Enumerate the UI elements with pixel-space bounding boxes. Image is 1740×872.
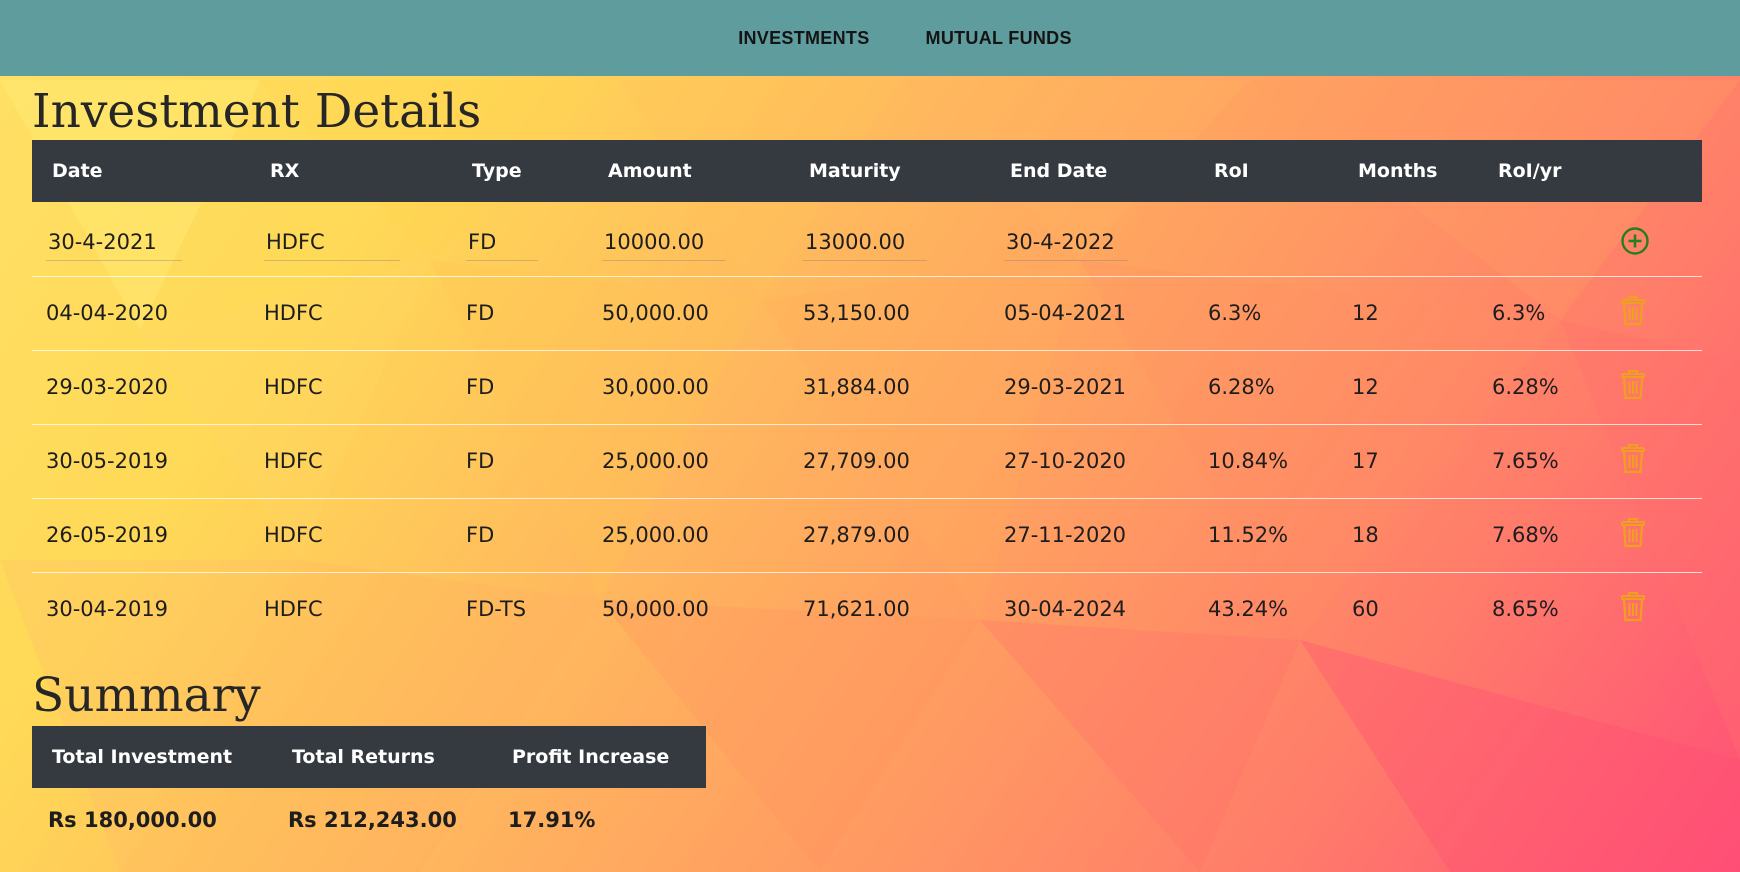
profit-increase-value: 17.91%: [508, 808, 596, 832]
cell-amount: 50,000.00: [602, 597, 709, 622]
cell-date: 26-05-2019: [32, 498, 250, 573]
cell-amount: 30,000.00: [588, 350, 789, 425]
summary-title: Summary: [32, 668, 261, 723]
col-header-amount: Amount: [588, 140, 789, 202]
cell-rx: HDFC: [250, 498, 452, 573]
cell-roi-yr: 7.65%: [1478, 424, 1604, 499]
cell-months: 12: [1338, 276, 1478, 351]
end-date-input[interactable]: [1004, 226, 1128, 262]
main-content: Investment Details Date RX Type Amount M…: [32, 76, 1704, 852]
cell-rx: HDFC: [264, 597, 323, 622]
summary-header-row: Total Investment Total Returns Profit In…: [32, 726, 706, 788]
trash-icon[interactable]: [1620, 591, 1646, 622]
cell-months: 60: [1352, 597, 1379, 622]
summary-table: Total Investment Total Returns Profit In…: [32, 726, 706, 852]
cell-type: FD-TS: [466, 597, 527, 622]
col-header-roi-yr: RoI/yr: [1478, 140, 1604, 202]
cell-months: 18: [1338, 498, 1478, 573]
maturity-input[interactable]: [803, 226, 927, 262]
cell-end-date: 30-04-2024: [1004, 597, 1127, 622]
cell-date: 30-04-2019: [46, 597, 169, 622]
col-header-total-returns: Total Returns: [272, 726, 492, 788]
cell-end-date: 27-10-2020: [990, 424, 1194, 499]
cell-rx: HDFC: [250, 350, 452, 425]
cell-maturity: 53,150.00: [789, 276, 990, 351]
cell-months: 17: [1338, 424, 1478, 499]
cell-maturity: 27,709.00: [789, 424, 990, 499]
cell-type: FD: [452, 276, 588, 351]
cell-maturity: 27,879.00: [789, 498, 990, 573]
nav-mutual-funds-link[interactable]: MUTUAL FUNDS: [926, 28, 1072, 49]
trash-icon[interactable]: [1620, 295, 1646, 326]
total-investment-value: Rs 180,000.00: [48, 808, 217, 832]
type-input[interactable]: [466, 226, 538, 262]
investment-details-title: Investment Details: [32, 84, 482, 139]
cell-roi: 6.3%: [1194, 276, 1338, 351]
cell-rx: HDFC: [250, 424, 452, 499]
summary-row: Rs 180,000.00 Rs 212,243.00 17.91%: [32, 788, 706, 852]
cell-roi: 10.84%: [1194, 424, 1338, 499]
table-row: 30-04-2019 HDFC FD-TS 50,000.00 71,621.0…: [32, 572, 1702, 646]
date-input[interactable]: [46, 226, 182, 262]
cell-amount: 25,000.00: [588, 424, 789, 499]
col-header-profit-increase: Profit Increase: [492, 726, 706, 788]
investment-table: Date RX Type Amount Maturity End Date Ro…: [32, 140, 1702, 646]
col-header-end-date: End Date: [990, 140, 1194, 202]
col-header-roi: RoI: [1194, 140, 1338, 202]
top-navbar: INVESTMENTS MUTUAL FUNDS: [0, 0, 1740, 76]
trash-icon[interactable]: [1620, 517, 1646, 548]
table-row: 04-04-2020 HDFC FD 50,000.00 53,150.00 0…: [32, 276, 1702, 351]
cell-maturity: 71,621.00: [803, 597, 910, 622]
col-header-months: Months: [1338, 140, 1478, 202]
cell-type: FD: [452, 498, 588, 573]
trash-icon[interactable]: [1620, 443, 1646, 474]
cell-months: 12: [1338, 350, 1478, 425]
new-investment-row: [32, 202, 1702, 277]
cell-maturity: 31,884.00: [789, 350, 990, 425]
cell-roi: 6.28%: [1194, 350, 1338, 425]
table-row: 30-05-2019 HDFC FD 25,000.00 27,709.00 2…: [32, 424, 1702, 499]
cell-roi: 43.24%: [1208, 597, 1289, 622]
cell-end-date: 05-04-2021: [990, 276, 1194, 351]
cell-amount: 50,000.00: [588, 276, 789, 351]
trash-icon[interactable]: [1620, 369, 1646, 400]
cell-amount: 25,000.00: [588, 498, 789, 573]
col-header-total-investment: Total Investment: [32, 726, 272, 788]
col-header-rx: RX: [250, 140, 452, 202]
cell-date: 29-03-2020: [32, 350, 250, 425]
cell-end-date: 27-11-2020: [990, 498, 1194, 573]
cell-type: FD: [452, 424, 588, 499]
table-row: 26-05-2019 HDFC FD 25,000.00 27,879.00 2…: [32, 498, 1702, 573]
cell-rx: HDFC: [250, 276, 452, 351]
cell-roi-yr: 8.65%: [1492, 597, 1559, 622]
plus-circle-icon[interactable]: [1620, 226, 1650, 256]
cell-roi-yr: 6.28%: [1478, 350, 1604, 425]
cell-type: FD: [452, 350, 588, 425]
table-header-row: Date RX Type Amount Maturity End Date Ro…: [32, 140, 1702, 202]
amount-input[interactable]: [602, 226, 726, 262]
cell-roi-yr: 6.3%: [1478, 276, 1604, 351]
cell-date: 04-04-2020: [32, 276, 250, 351]
cell-date: 30-05-2019: [32, 424, 250, 499]
col-header-date: Date: [32, 140, 250, 202]
table-row: 29-03-2020 HDFC FD 30,000.00 31,884.00 2…: [32, 350, 1702, 425]
col-header-type: Type: [452, 140, 588, 202]
total-returns-value: Rs 212,243.00: [288, 808, 457, 832]
col-header-maturity: Maturity: [789, 140, 990, 202]
cell-roi-yr: 7.68%: [1478, 498, 1604, 573]
rx-input[interactable]: [264, 226, 400, 262]
col-header-actions: [1604, 140, 1702, 202]
nav-investments-link[interactable]: INVESTMENTS: [668, 28, 869, 49]
cell-roi: 11.52%: [1194, 498, 1338, 573]
cell-end-date: 29-03-2021: [990, 350, 1194, 425]
